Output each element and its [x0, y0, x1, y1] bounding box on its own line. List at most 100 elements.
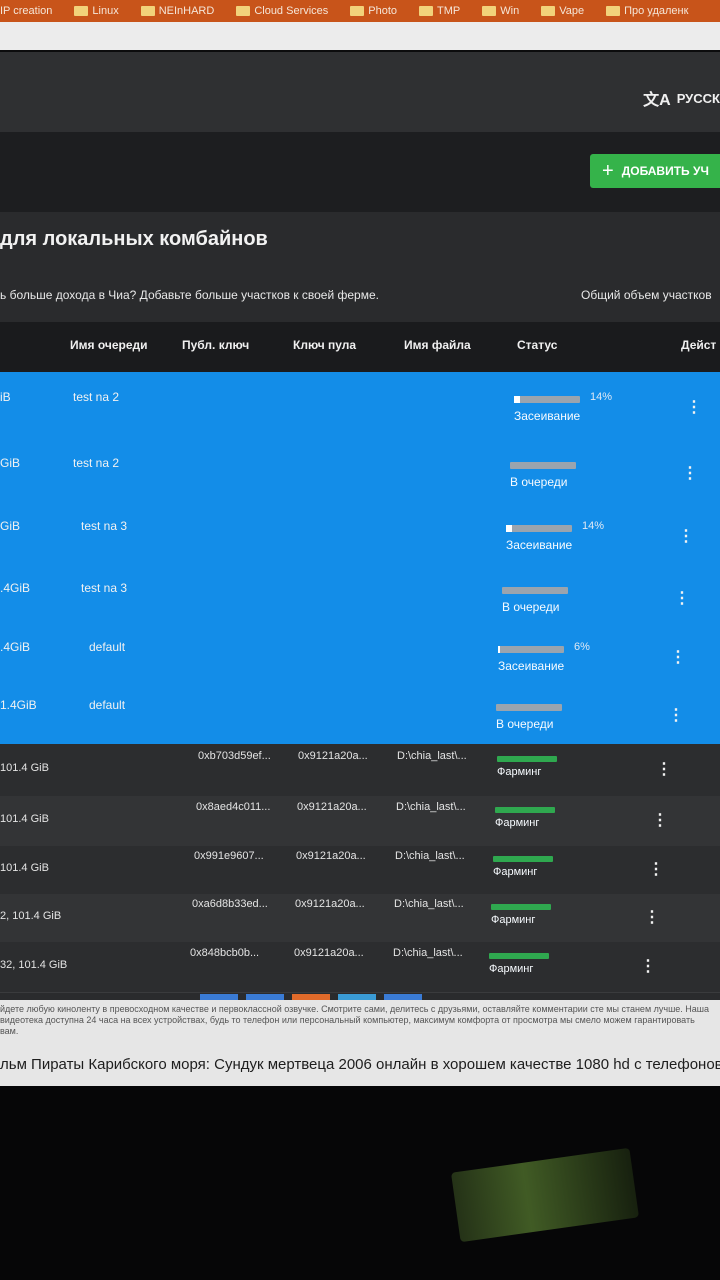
col-file-name[interactable]: Имя файла — [404, 338, 471, 352]
more-vert-icon[interactable]: ⋮ — [674, 591, 690, 607]
status-text: Фарминг — [493, 866, 538, 878]
status-text: Фарминг — [489, 963, 534, 975]
page-heading-link[interactable]: льм Пираты Карибского моря: Сундук мертв… — [0, 1056, 720, 1073]
chip[interactable] — [384, 994, 422, 1000]
chip[interactable] — [200, 994, 238, 1000]
bookmark-item[interactable]: Photo — [350, 5, 397, 17]
bookmark-item[interactable]: IP creation — [0, 5, 52, 17]
app-top-bar — [0, 52, 720, 132]
bookmark-label: Cloud Services — [254, 5, 329, 17]
queue-name: test na 3 — [81, 581, 128, 595]
progress-percent: 14% — [590, 391, 613, 403]
file-name: D:\chia_last\... — [396, 801, 466, 813]
more-vert-icon[interactable]: ⋮ — [678, 529, 694, 545]
queue-row[interactable]: .4GiB test na 3 В очереди ⋮ — [0, 570, 720, 629]
col-public-key[interactable]: Публ. ключ — [182, 338, 249, 352]
folder-icon — [140, 6, 155, 16]
queue-row[interactable]: GiB test na 3 14% Засеивание ⋮ — [0, 504, 720, 571]
status-text: В очереди — [510, 475, 568, 489]
chip[interactable] — [338, 994, 376, 1000]
status-text: В очереди — [496, 717, 554, 731]
status-text: Фарминг — [497, 766, 542, 778]
pool-key: 0x9121a20a... — [297, 801, 367, 813]
queue-row[interactable]: .4GiB default 6% Засеивание ⋮ — [0, 628, 720, 689]
language-selector[interactable]: 文A РУССК — [643, 86, 720, 110]
more-vert-icon[interactable]: ⋮ — [656, 762, 672, 778]
plot-size: 32, 101.4 GiB — [0, 959, 68, 971]
more-vert-icon[interactable]: ⋮ — [644, 910, 660, 926]
more-vert-icon[interactable]: ⋮ — [640, 959, 656, 975]
plot-row[interactable]: 101.4 GiB 0x8aed4c011... 0x9121a20a... D:\c… — [0, 796, 720, 847]
public-key: 0x8aed4c011... — [196, 801, 271, 813]
plot-row[interactable]: 2, 101.4 GiB 0xa6d8b33ed... 0x9121a20a... D… — [0, 894, 720, 943]
plot-size: 1.4GiB — [0, 698, 37, 712]
add-plot-label: ДОБАВИТЬ УЧ — [621, 164, 709, 178]
add-plot-button[interactable]: + ДОБАВИТЬ УЧ — [590, 154, 720, 188]
folder-icon — [541, 6, 556, 16]
plot-size: .4GiB — [0, 640, 31, 654]
plot-row[interactable]: 32, 101.4 GiB 0x848bcb0b... 0x9121a20a... D… — [0, 942, 720, 993]
more-vert-icon[interactable]: ⋮ — [648, 862, 664, 878]
status-text: Засеивание — [506, 538, 573, 552]
farming-indicator — [497, 756, 557, 762]
plus-icon: + — [602, 159, 614, 182]
queue-row[interactable]: iB test na 2 14% Засеивание ⋮ — [0, 372, 720, 445]
bookmark-item[interactable]: TMP — [419, 5, 460, 17]
col-status[interactable]: Статус — [517, 338, 557, 352]
progress-percent: 6% — [574, 641, 590, 653]
pool-key: 0x9121a20a... — [298, 750, 368, 762]
more-vert-icon[interactable]: ⋮ — [652, 813, 668, 829]
folder-icon — [419, 6, 434, 16]
file-name: D:\chia_last\... — [394, 898, 464, 910]
bookmark-label: Про удаленк — [624, 5, 689, 17]
queue-row[interactable]: 1.4GiB default В очереди ⋮ — [0, 688, 720, 745]
chip[interactable] — [246, 994, 284, 1000]
status-text: Засеивание — [514, 409, 581, 423]
col-pool-key[interactable]: Ключ пула — [293, 338, 356, 352]
plot-row[interactable]: 101.4 GiB 0x991e9607... 0x9121a20a... D:\ch… — [0, 846, 720, 895]
public-key: 0xa6d8b33ed... — [192, 898, 268, 910]
queue-row[interactable]: GiB test na 2 В очереди ⋮ — [0, 444, 720, 505]
bookmark-item[interactable]: Cloud Services — [236, 5, 328, 17]
bookmark-label: Vape — [559, 5, 585, 17]
file-name: D:\chia_last\... — [395, 850, 465, 862]
public-key: 0x848bcb0b... — [190, 947, 260, 959]
more-vert-icon[interactable]: ⋮ — [668, 708, 684, 724]
col-queue-name[interactable]: Имя очереди — [70, 338, 148, 352]
more-vert-icon[interactable]: ⋮ — [670, 650, 686, 666]
folder-icon — [606, 6, 621, 16]
bookmark-label: Win — [500, 5, 520, 17]
bookmark-item[interactable]: Vape — [541, 5, 584, 17]
plot-row[interactable]: 101.4 GiB 0xb703d59ef... 0x9121a20a... D:\c… — [0, 744, 720, 797]
more-vert-icon[interactable]: ⋮ — [682, 466, 698, 482]
progress-percent: 14% — [582, 520, 605, 532]
bookmark-label: Photo — [368, 5, 398, 17]
progress-bar — [498, 646, 564, 653]
pager-chips — [200, 994, 422, 1000]
language-label: РУССК — [676, 90, 720, 106]
plot-size: 101.4 GiB — [0, 813, 49, 825]
bookmark-label: Linux — [92, 5, 119, 17]
bookmark-label: TMP — [437, 5, 461, 17]
progress-bar — [510, 462, 576, 469]
plot-size: 101.4 GiB — [0, 862, 49, 874]
bookmark-label: IP creation — [0, 5, 53, 17]
bookmark-item[interactable]: Про удаленк — [606, 5, 688, 17]
farming-indicator — [493, 856, 553, 862]
status-text: В очереди — [502, 600, 560, 614]
chip[interactable] — [292, 994, 330, 1000]
more-vert-icon[interactable]: ⋮ — [686, 400, 702, 416]
progress-bar — [514, 396, 580, 403]
bookmark-label: NEInHARD — [158, 5, 215, 17]
progress-bar — [496, 704, 562, 711]
bookmark-item[interactable]: Win — [482, 5, 519, 17]
progress-bar — [506, 525, 572, 532]
plot-size: 101.4 GiB — [0, 762, 49, 774]
bookmark-item[interactable]: NEInHARD — [140, 5, 215, 17]
folder-icon — [74, 6, 89, 16]
plot-size: .4GiB — [0, 581, 31, 595]
bookmarks-bar: IP creation Linux NEInHARD Cloud Service… — [0, 0, 720, 22]
bookmark-item[interactable]: Linux — [74, 5, 119, 17]
folder-icon — [482, 6, 497, 16]
queue-name: default — [89, 640, 126, 654]
